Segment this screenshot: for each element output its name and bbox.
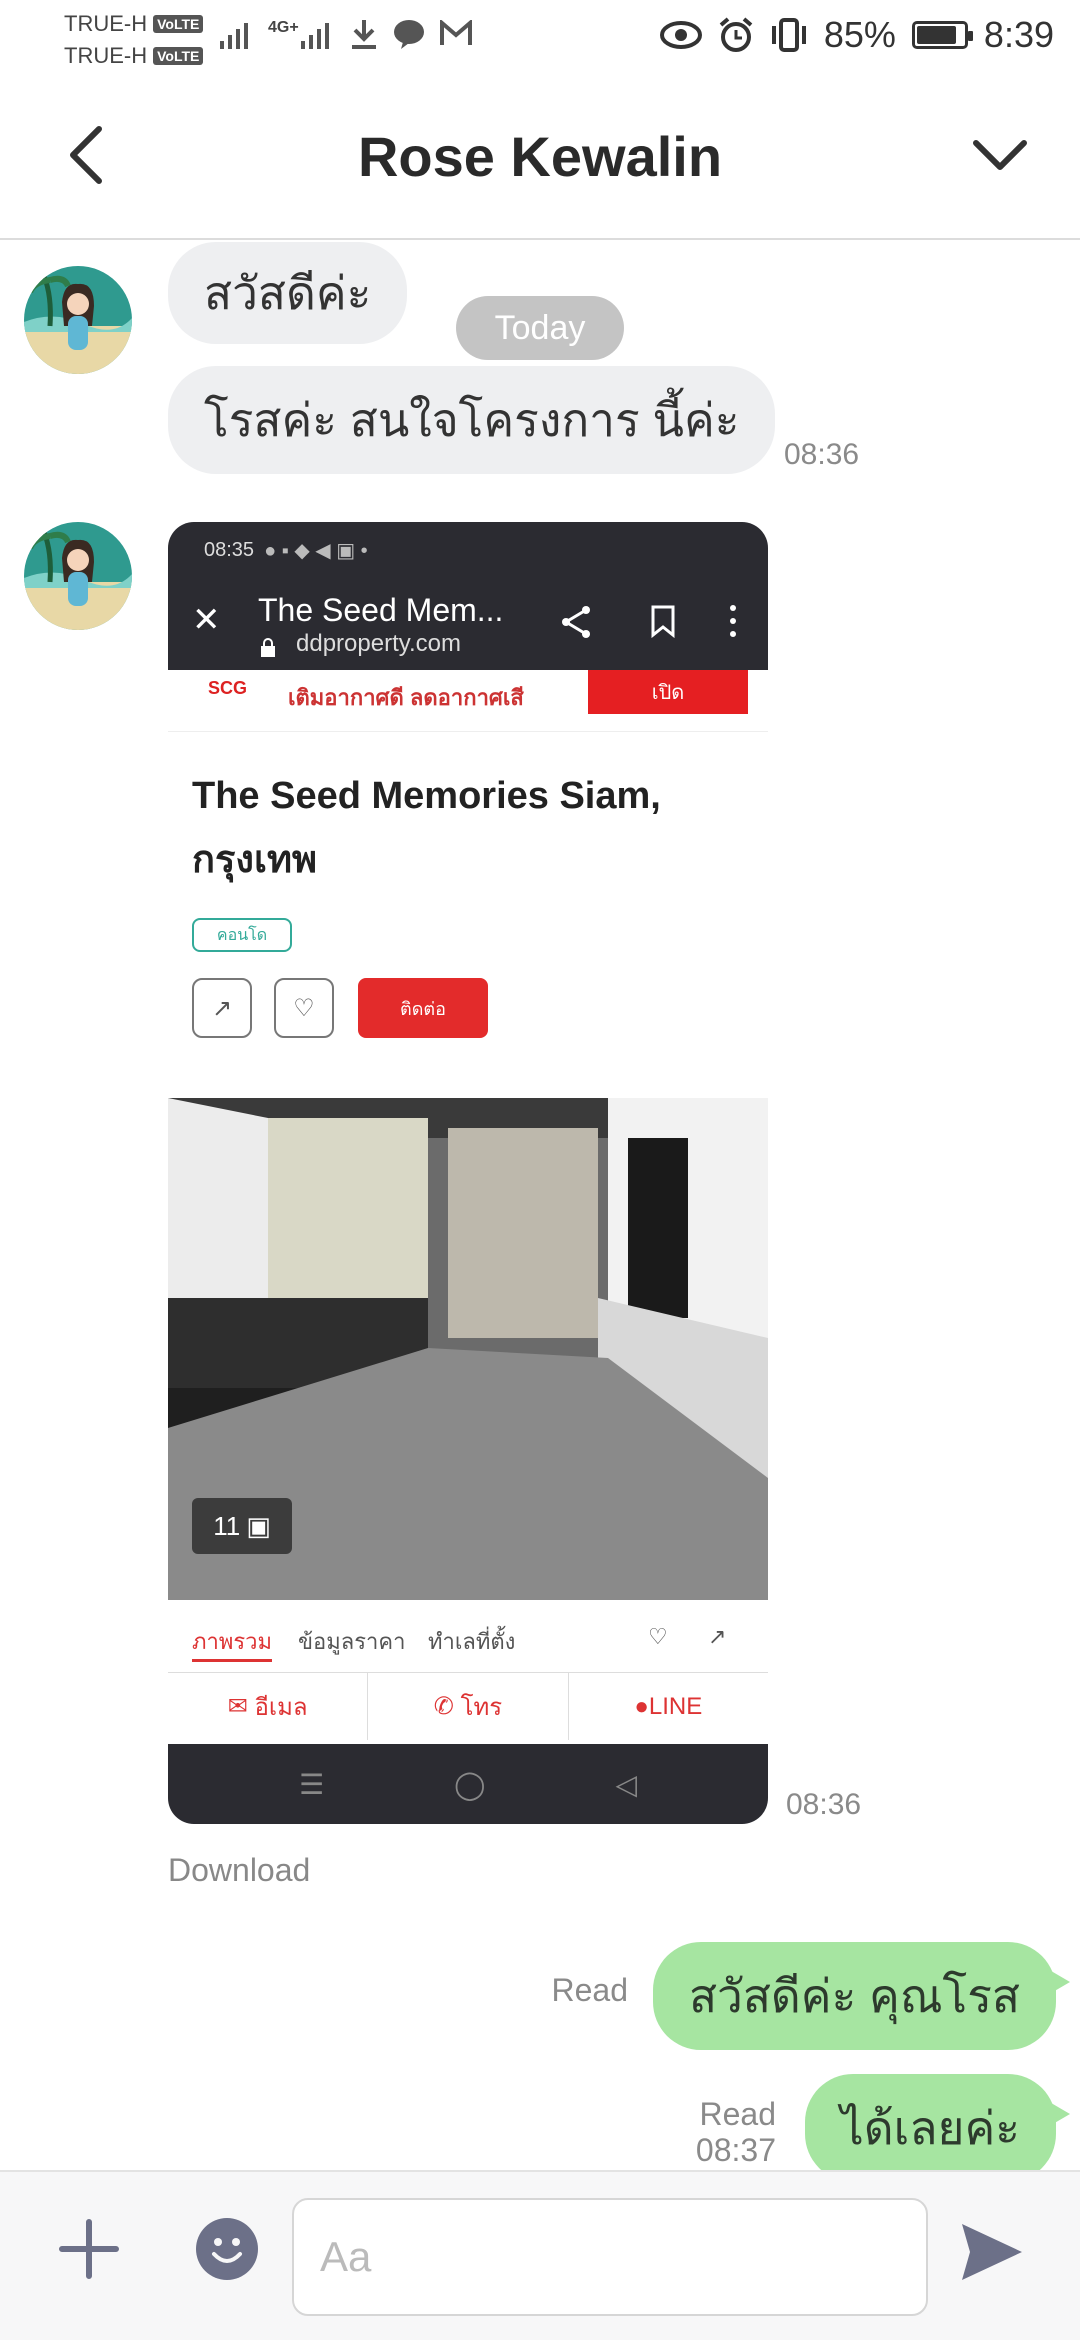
carrier-name: TRUE-H [64,11,148,36]
shot-tab: ข้อมูลราคา [298,1629,406,1654]
shot-page-url: ddproperty.com [296,630,461,657]
message-bubble-outgoing[interactable]: สวัสดีค่ะ คุณโรส [652,1942,1071,2050]
date-divider: Today [456,296,624,360]
carrier-name: TRUE-H [64,43,148,68]
heart-icon: ♡ [648,1624,668,1649]
shot-call-action: ✆ โทร [368,1673,569,1740]
message-input-placeholder: Aa [320,2233,372,2280]
eye-icon [659,21,702,49]
mail-icon: ✉ [227,1693,255,1720]
message-bubble-incoming[interactable]: โรสค่ะ สนใจโครงการ นี้ค่ะ [168,366,776,474]
share-icon: ↗ [708,1624,727,1649]
emoji-icon [212,2238,242,2263]
chat-title: Rose Kewalin [357,125,723,188]
clock: 8:39 [983,14,1054,55]
shot-tag: คอนโด [192,918,292,952]
mail-icon [439,20,472,45]
avatar[interactable] [24,266,132,374]
read-receipt: Read [552,1972,629,2008]
shot-contact-bar: ✉ อีเมล ✆ โทร ● LINE [168,1672,768,1740]
shot-tabs: ภาพรวม ข้อมูลราคา ทำเลที่ตั้ง ♡ ↗ [168,1602,768,1672]
shot-listing-title: The Seed Memories Siam, กรุงเทพ [192,775,661,881]
chevron-down-icon [973,140,1027,170]
ad-text: เติมอากาศดี ลดอากาศเสี [288,685,524,710]
message-text: ได้เลยค่ะ [840,2101,1020,2154]
share-icon [562,606,590,638]
send-icon [962,2224,1022,2280]
alarm-icon [719,17,753,52]
vibrate-icon [771,18,806,52]
volte-badge: VoLTE [153,47,204,65]
signal-icon [220,23,248,49]
download-icon [351,20,376,49]
status-right-icons: 85% 8:39 [659,14,1054,56]
status-bar: TRUE-H VoLTE TRUE-H VoLTE 4G+ 85% 8:39 [0,0,1080,80]
shot-email-action: ✉ อีเมล [168,1673,369,1740]
action-label: อีเมล [254,1694,308,1721]
message-text: สวัสดีค่ะ คุณโรส [688,1969,1020,2022]
photo-count: 11 [213,1510,241,1541]
message-time: 08:36 [786,1788,862,1821]
heart-icon: ♡ [274,978,334,1038]
line-app-icon [393,20,424,49]
message-bubble-outgoing[interactable]: ได้เลยค่ะ [804,2074,1071,2170]
download-link[interactable]: Download [168,1852,310,1889]
shot-browser-bar: ✕ The Seed Mem... ddproperty.com [168,578,768,670]
message-time: 08:36 [784,438,860,471]
plus-icon [59,2219,119,2279]
image-message[interactable]: 08:35 ● ▪ ◆ ◀ ▣ • ✕ The Seed Mem... ddpr… [168,522,768,1824]
message-time: 08:37 [695,2132,776,2168]
shot-line-action: ● LINE [569,1673,768,1740]
photo-count-badge: 11 ▣ [192,1498,292,1554]
read-status: Read [699,2096,777,2132]
chat-header: Rose Kewalin [0,80,1080,240]
menu-icon: ☰ [299,1768,325,1800]
bookmark-icon [651,605,675,638]
carrier-info: TRUE-H VoLTE TRUE-H VoLTE [64,8,204,72]
shot-tab: ภาพรวม [192,1624,273,1662]
home-icon: ◯ [454,1768,486,1800]
message-input[interactable]: Aa [292,2198,928,2316]
status-left-icons: 4G+ [220,18,473,50]
message-text: สวัสดีค่ะ [204,266,372,319]
lock-icon [261,638,275,657]
shot-status-icons: ● ▪ ◆ ◀ ▣ • [264,539,368,562]
message-text: โรสค่ะ สนใจโครงการ นี้ค่ะ [204,393,740,446]
battery-icon [911,21,973,49]
shot-status-time: 08:35 [204,538,255,561]
shot-status-bar: 08:35 ● ▪ ◆ ◀ ▣ • [168,522,768,578]
add-attachment-button[interactable] [54,2214,124,2284]
ad-button: เปิด [588,670,748,714]
read-status: Read [551,1972,629,2008]
back-icon: ◁ [615,1768,637,1800]
line-icon: ● [634,1692,649,1720]
shot-contact-button: ติดต่อ [358,978,488,1038]
ad-brand: SCG [208,678,248,698]
gallery-icon: ▣ [246,1510,271,1541]
volte-badge: VoLTE [153,15,204,33]
shot-room-photo: 11 ▣ [168,1098,768,1600]
battery-percent: 85% [823,14,896,55]
action-label: LINE [648,1692,703,1720]
more-vertical-icon [730,605,736,637]
menu-toggle-button[interactable] [960,120,1040,190]
action-label: โทร [460,1694,503,1721]
close-icon: ✕ [192,601,221,639]
share-icon: ↗ [192,978,252,1038]
message-bubble-incoming[interactable]: สวัสดีค่ะ [168,242,408,344]
avatar[interactable] [24,522,132,630]
shot-page-title: The Seed Mem... [258,592,504,628]
shot-ad-banner: SCG เติมอากาศดี ลดอากาศเสี เปิด [168,670,768,732]
emoji-button[interactable] [196,2218,258,2280]
signal-icon [300,23,329,49]
network-type: 4G+ [268,19,299,36]
message-composer: Aa [0,2170,1080,2340]
chat-area[interactable]: สวัสดีค่ะ Today โรสค่ะ สนใจโครงการ นี้ค่… [0,242,1080,2170]
phone-icon: ✆ [433,1693,461,1720]
shot-tab: ทำเลที่ตั้ง [428,1629,516,1654]
shot-nav-bar: ☰ ◯ ◁ [168,1744,768,1824]
read-receipt: Read 08:37 [696,2096,776,2168]
send-button[interactable] [956,2216,1028,2288]
